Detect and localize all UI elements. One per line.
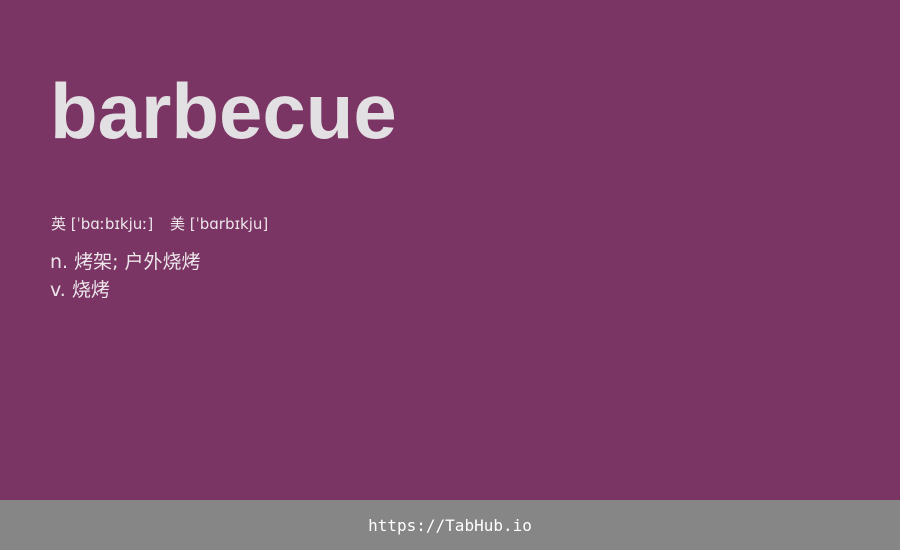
definition-verb: v. 烧烤 (50, 279, 110, 301)
definition-noun: n. 烤架; 户外烧烤 (50, 251, 201, 273)
footer-link[interactable]: https://TabHub.io (368, 516, 532, 535)
definitions: n. 烤架; 户外烧烤 v. 烧烤 (50, 248, 201, 304)
phonetics: 英 [ˈbɑːbɪkjuː] 美 [ˈbɑrbɪkju] (51, 213, 280, 234)
phonetic-uk: 英 [ˈbɑːbɪkjuː] (51, 215, 154, 233)
word-title: barbecue (50, 67, 397, 155)
phonetic-us: 美 [ˈbɑrbɪkju] (169, 215, 269, 233)
footer: https://TabHub.io (0, 500, 900, 550)
